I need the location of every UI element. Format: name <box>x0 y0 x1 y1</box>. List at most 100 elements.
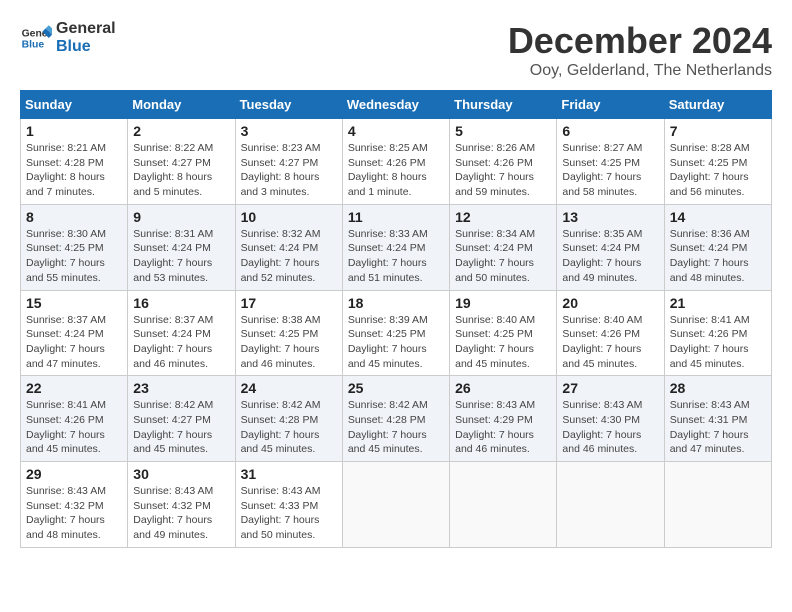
calendar-cell: 15 Sunrise: 8:37 AM Sunset: 4:24 PM Dayl… <box>21 290 128 376</box>
day-number: 25 <box>348 380 444 396</box>
logo-general: General <box>56 20 116 38</box>
day-info: Sunrise: 8:43 AM Sunset: 4:32 PM Dayligh… <box>133 484 229 543</box>
day-info: Sunrise: 8:27 AM Sunset: 4:25 PM Dayligh… <box>562 141 658 200</box>
day-info: Sunrise: 8:41 AM Sunset: 4:26 PM Dayligh… <box>26 398 122 457</box>
day-info: Sunrise: 8:43 AM Sunset: 4:29 PM Dayligh… <box>455 398 551 457</box>
day-number: 8 <box>26 209 122 225</box>
day-number: 21 <box>670 295 766 311</box>
calendar-cell: 1 Sunrise: 8:21 AM Sunset: 4:28 PM Dayli… <box>21 119 128 205</box>
day-info: Sunrise: 8:41 AM Sunset: 4:26 PM Dayligh… <box>670 313 766 372</box>
day-number: 10 <box>241 209 337 225</box>
day-info: Sunrise: 8:40 AM Sunset: 4:25 PM Dayligh… <box>455 313 551 372</box>
week-row-3: 15 Sunrise: 8:37 AM Sunset: 4:24 PM Dayl… <box>21 290 772 376</box>
day-number: 30 <box>133 466 229 482</box>
calendar-cell: 17 Sunrise: 8:38 AM Sunset: 4:25 PM Dayl… <box>235 290 342 376</box>
calendar-cell: 2 Sunrise: 8:22 AM Sunset: 4:27 PM Dayli… <box>128 119 235 205</box>
day-info: Sunrise: 8:31 AM Sunset: 4:24 PM Dayligh… <box>133 227 229 286</box>
calendar-cell: 19 Sunrise: 8:40 AM Sunset: 4:25 PM Dayl… <box>450 290 557 376</box>
day-number: 13 <box>562 209 658 225</box>
day-info: Sunrise: 8:30 AM Sunset: 4:25 PM Dayligh… <box>26 227 122 286</box>
logo-blue: Blue <box>56 38 116 56</box>
day-info: Sunrise: 8:40 AM Sunset: 4:26 PM Dayligh… <box>562 313 658 372</box>
calendar-cell <box>342 462 449 548</box>
day-number: 16 <box>133 295 229 311</box>
calendar-cell: 24 Sunrise: 8:42 AM Sunset: 4:28 PM Dayl… <box>235 376 342 462</box>
calendar-cell: 9 Sunrise: 8:31 AM Sunset: 4:24 PM Dayli… <box>128 204 235 290</box>
calendar-cell: 22 Sunrise: 8:41 AM Sunset: 4:26 PM Dayl… <box>21 376 128 462</box>
title-area: December 2024 Ooy, Gelderland, The Nethe… <box>508 20 772 80</box>
day-info: Sunrise: 8:34 AM Sunset: 4:24 PM Dayligh… <box>455 227 551 286</box>
day-number: 18 <box>348 295 444 311</box>
day-info: Sunrise: 8:37 AM Sunset: 4:24 PM Dayligh… <box>133 313 229 372</box>
day-number: 31 <box>241 466 337 482</box>
month-title: December 2024 <box>508 20 772 62</box>
day-info: Sunrise: 8:37 AM Sunset: 4:24 PM Dayligh… <box>26 313 122 372</box>
logo: General Blue General Blue <box>20 20 116 55</box>
calendar-cell: 26 Sunrise: 8:43 AM Sunset: 4:29 PM Dayl… <box>450 376 557 462</box>
calendar-body: 1 Sunrise: 8:21 AM Sunset: 4:28 PM Dayli… <box>21 119 772 548</box>
weekday-header-saturday: Saturday <box>664 91 771 119</box>
day-number: 20 <box>562 295 658 311</box>
day-number: 29 <box>26 466 122 482</box>
day-number: 2 <box>133 123 229 139</box>
calendar-cell: 30 Sunrise: 8:43 AM Sunset: 4:32 PM Dayl… <box>128 462 235 548</box>
day-info: Sunrise: 8:33 AM Sunset: 4:24 PM Dayligh… <box>348 227 444 286</box>
weekday-header-sunday: Sunday <box>21 91 128 119</box>
day-number: 15 <box>26 295 122 311</box>
day-number: 26 <box>455 380 551 396</box>
calendar-cell: 27 Sunrise: 8:43 AM Sunset: 4:30 PM Dayl… <box>557 376 664 462</box>
day-info: Sunrise: 8:39 AM Sunset: 4:25 PM Dayligh… <box>348 313 444 372</box>
day-info: Sunrise: 8:43 AM Sunset: 4:30 PM Dayligh… <box>562 398 658 457</box>
weekday-header-friday: Friday <box>557 91 664 119</box>
day-info: Sunrise: 8:43 AM Sunset: 4:32 PM Dayligh… <box>26 484 122 543</box>
location-title: Ooy, Gelderland, The Netherlands <box>508 62 772 80</box>
day-number: 7 <box>670 123 766 139</box>
day-number: 27 <box>562 380 658 396</box>
weekday-header-thursday: Thursday <box>450 91 557 119</box>
calendar-cell: 4 Sunrise: 8:25 AM Sunset: 4:26 PM Dayli… <box>342 119 449 205</box>
day-info: Sunrise: 8:21 AM Sunset: 4:28 PM Dayligh… <box>26 141 122 200</box>
calendar-cell: 21 Sunrise: 8:41 AM Sunset: 4:26 PM Dayl… <box>664 290 771 376</box>
calendar-cell: 18 Sunrise: 8:39 AM Sunset: 4:25 PM Dayl… <box>342 290 449 376</box>
page-header: General Blue General Blue December 2024 … <box>20 20 772 80</box>
week-row-4: 22 Sunrise: 8:41 AM Sunset: 4:26 PM Dayl… <box>21 376 772 462</box>
day-number: 23 <box>133 380 229 396</box>
day-info: Sunrise: 8:25 AM Sunset: 4:26 PM Dayligh… <box>348 141 444 200</box>
calendar-cell: 10 Sunrise: 8:32 AM Sunset: 4:24 PM Dayl… <box>235 204 342 290</box>
calendar-cell: 8 Sunrise: 8:30 AM Sunset: 4:25 PM Dayli… <box>21 204 128 290</box>
day-number: 5 <box>455 123 551 139</box>
day-info: Sunrise: 8:28 AM Sunset: 4:25 PM Dayligh… <box>670 141 766 200</box>
calendar-cell: 14 Sunrise: 8:36 AM Sunset: 4:24 PM Dayl… <box>664 204 771 290</box>
calendar-cell <box>557 462 664 548</box>
day-number: 22 <box>26 380 122 396</box>
day-number: 6 <box>562 123 658 139</box>
day-number: 9 <box>133 209 229 225</box>
calendar-cell: 13 Sunrise: 8:35 AM Sunset: 4:24 PM Dayl… <box>557 204 664 290</box>
day-info: Sunrise: 8:26 AM Sunset: 4:26 PM Dayligh… <box>455 141 551 200</box>
calendar-cell: 6 Sunrise: 8:27 AM Sunset: 4:25 PM Dayli… <box>557 119 664 205</box>
week-row-5: 29 Sunrise: 8:43 AM Sunset: 4:32 PM Dayl… <box>21 462 772 548</box>
day-number: 17 <box>241 295 337 311</box>
calendar-cell: 5 Sunrise: 8:26 AM Sunset: 4:26 PM Dayli… <box>450 119 557 205</box>
day-number: 12 <box>455 209 551 225</box>
calendar-cell: 16 Sunrise: 8:37 AM Sunset: 4:24 PM Dayl… <box>128 290 235 376</box>
day-info: Sunrise: 8:43 AM Sunset: 4:31 PM Dayligh… <box>670 398 766 457</box>
svg-text:Blue: Blue <box>22 39 45 50</box>
day-number: 3 <box>241 123 337 139</box>
day-info: Sunrise: 8:32 AM Sunset: 4:24 PM Dayligh… <box>241 227 337 286</box>
logo-icon: General Blue <box>20 22 52 54</box>
calendar-cell: 29 Sunrise: 8:43 AM Sunset: 4:32 PM Dayl… <box>21 462 128 548</box>
calendar-table: SundayMondayTuesdayWednesdayThursdayFrid… <box>20 90 772 548</box>
day-info: Sunrise: 8:42 AM Sunset: 4:28 PM Dayligh… <box>241 398 337 457</box>
day-number: 4 <box>348 123 444 139</box>
calendar-cell: 28 Sunrise: 8:43 AM Sunset: 4:31 PM Dayl… <box>664 376 771 462</box>
week-row-2: 8 Sunrise: 8:30 AM Sunset: 4:25 PM Dayli… <box>21 204 772 290</box>
calendar-cell: 31 Sunrise: 8:43 AM Sunset: 4:33 PM Dayl… <box>235 462 342 548</box>
calendar-cell: 25 Sunrise: 8:42 AM Sunset: 4:28 PM Dayl… <box>342 376 449 462</box>
day-info: Sunrise: 8:35 AM Sunset: 4:24 PM Dayligh… <box>562 227 658 286</box>
day-info: Sunrise: 8:22 AM Sunset: 4:27 PM Dayligh… <box>133 141 229 200</box>
day-number: 24 <box>241 380 337 396</box>
day-info: Sunrise: 8:38 AM Sunset: 4:25 PM Dayligh… <box>241 313 337 372</box>
day-info: Sunrise: 8:23 AM Sunset: 4:27 PM Dayligh… <box>241 141 337 200</box>
day-info: Sunrise: 8:42 AM Sunset: 4:27 PM Dayligh… <box>133 398 229 457</box>
